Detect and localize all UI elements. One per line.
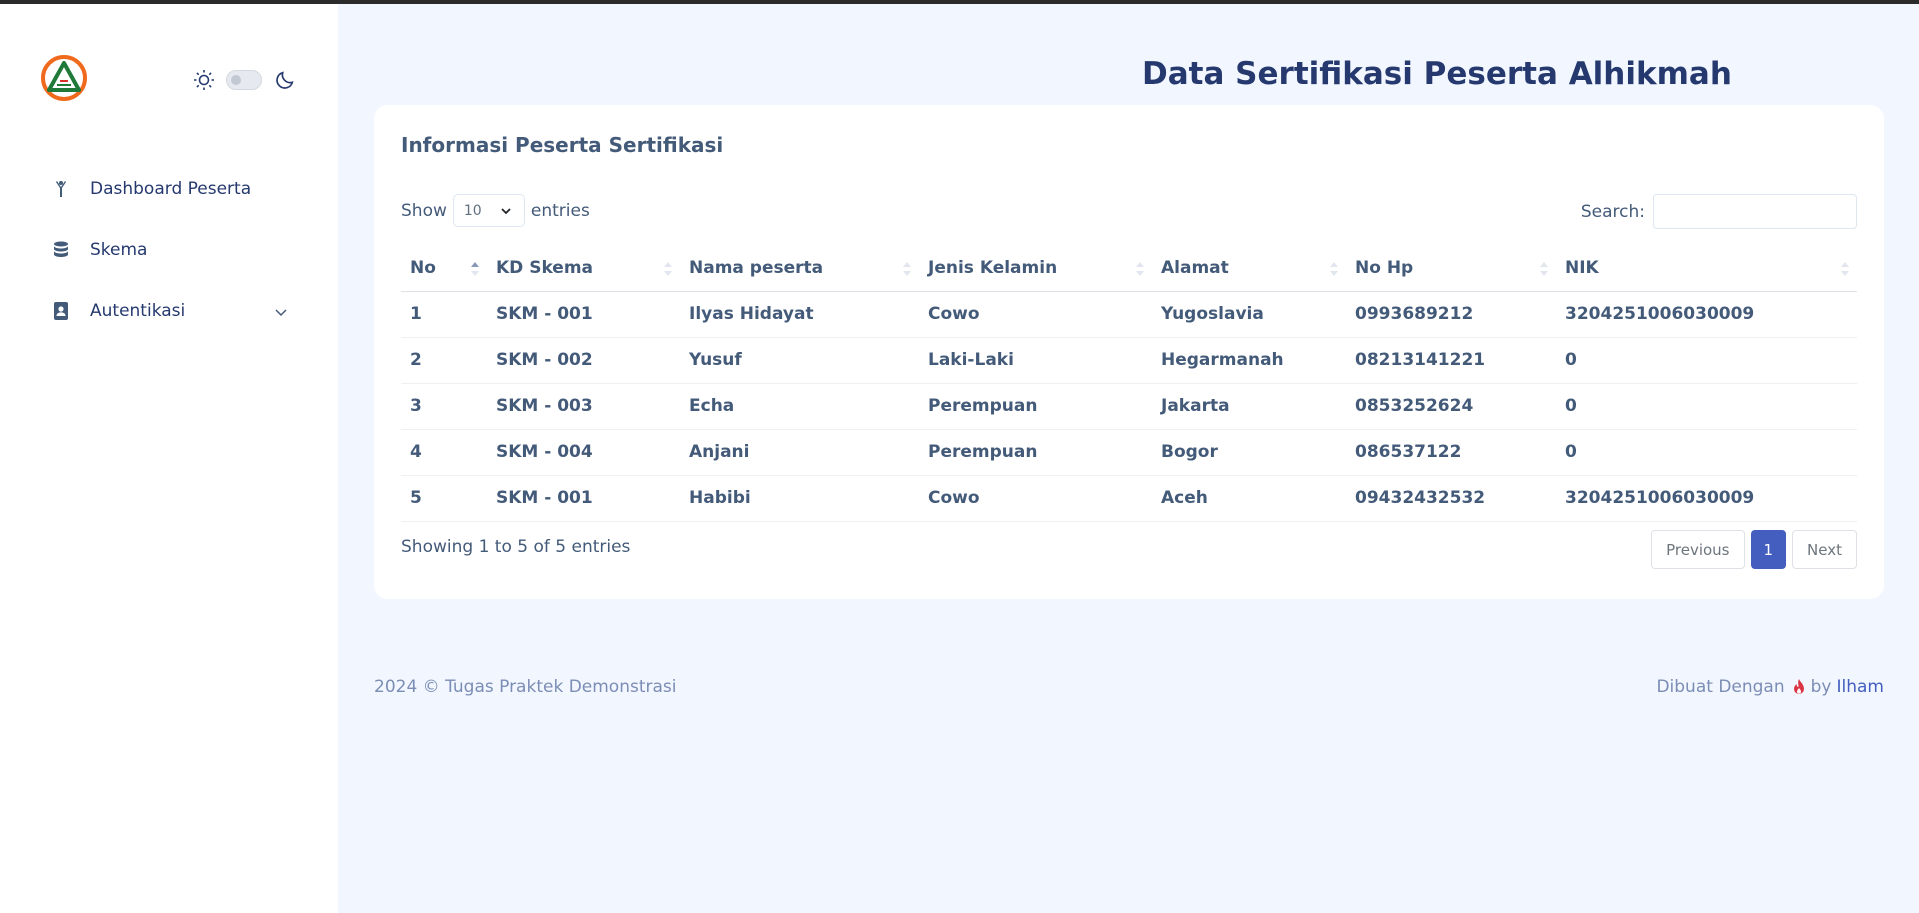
- entries-label: entries: [530, 200, 590, 221]
- sidebar-item-label: Skema: [90, 240, 148, 260]
- cell-nama-peserta: Echa: [680, 383, 919, 430]
- table-row: 4 SKM - 004 Anjani Perempuan Bogor 08653…: [401, 429, 1857, 476]
- moon-icon: [274, 69, 296, 91]
- table-row: 5 SKM - 001 Habibi Cowo Aceh 09432432532…: [401, 475, 1857, 522]
- cell-alamat: Aceh: [1152, 475, 1346, 522]
- cell-no: 4: [401, 429, 487, 476]
- entries-select[interactable]: 10: [452, 194, 525, 227]
- sidebar-item-label: Dashboard Peserta: [90, 179, 252, 199]
- cell-no: 5: [401, 475, 487, 522]
- footer-copyright: 2024 © Tugas Praktek Demonstrasi: [374, 677, 677, 697]
- cell-no: 1: [401, 291, 487, 338]
- column-header-kd-skema[interactable]: KD Skema: [487, 245, 680, 292]
- cell-kd-skema: SKM - 001: [487, 291, 680, 338]
- cell-jenis-kelamin: Laki-Laki: [919, 337, 1152, 384]
- cell-alamat: Bogor: [1152, 429, 1346, 476]
- pagination: Previous 1 Next: [1651, 530, 1857, 569]
- sort-icon: [1136, 262, 1144, 276]
- cell-kd-skema: SKM - 001: [487, 475, 680, 522]
- footer-by: by: [1810, 677, 1832, 697]
- cell-no-hp: 0993689212: [1346, 291, 1556, 338]
- search-label: Search:: [1580, 201, 1645, 222]
- sort-icon: [1330, 262, 1338, 276]
- table-search: Search:: [1581, 194, 1857, 229]
- cell-alamat: Jakarta: [1152, 383, 1346, 430]
- cell-alamat: Yugoslavia: [1152, 291, 1346, 338]
- sidebar-item-label: Autentikasi: [90, 301, 186, 321]
- cell-kd-skema: SKM - 004: [487, 429, 680, 476]
- sort-icon: [1540, 262, 1548, 276]
- sidebar-menu: Dashboard Peserta Skema Autentikasi: [40, 169, 300, 352]
- search-input[interactable]: [1653, 194, 1857, 229]
- author-link[interactable]: Ilham: [1837, 677, 1885, 697]
- cell-nik: 3204251006030009: [1556, 291, 1857, 338]
- card-title: Informasi Peserta Sertifikasi: [401, 133, 724, 157]
- cell-kd-skema: SKM - 002: [487, 337, 680, 384]
- logo[interactable]: [40, 54, 88, 102]
- switch-knob: [231, 75, 241, 85]
- sun-icon: [192, 68, 216, 92]
- cell-nama-peserta: Habibi: [680, 475, 919, 522]
- column-header-alamat[interactable]: Alamat: [1152, 245, 1346, 292]
- sort-icon: [664, 262, 672, 276]
- cell-no-hp: 09432432532: [1346, 475, 1556, 522]
- participants-table: No KD Skema Nama peserta Jenis Kelamin A…: [401, 245, 1857, 522]
- person-icon: [52, 180, 70, 198]
- sidebar-item-autentikasi[interactable]: Autentikasi: [40, 291, 300, 331]
- page-1-button[interactable]: 1: [1750, 530, 1787, 569]
- cell-nama-peserta: Anjani: [680, 429, 919, 476]
- cell-no-hp: 0853252624: [1346, 383, 1556, 430]
- cell-kd-skema: SKM - 003: [487, 383, 680, 430]
- cell-nama-peserta: Yusuf: [680, 337, 919, 384]
- sort-icon: [903, 262, 911, 276]
- column-header-nik[interactable]: NIK: [1556, 245, 1857, 292]
- sidebar-item-dashboard-peserta[interactable]: Dashboard Peserta: [40, 169, 300, 209]
- participants-card: Informasi Peserta Sertifikasi Show 10 en…: [374, 105, 1884, 599]
- cell-jenis-kelamin: Cowo: [919, 291, 1152, 338]
- sidebar: Dashboard Peserta Skema Autentikasi: [0, 4, 338, 913]
- cell-nik: 0: [1556, 383, 1857, 430]
- previous-page-button[interactable]: Previous: [1651, 530, 1745, 569]
- fire-icon: [1791, 678, 1807, 696]
- cell-no-hp: 086537122: [1346, 429, 1556, 476]
- cell-jenis-kelamin: Perempuan: [919, 429, 1152, 476]
- dark-mode-switch[interactable]: [226, 70, 262, 90]
- footer-made-with: Dibuat Dengan: [1656, 677, 1785, 697]
- cell-alamat: Hegarmanah: [1152, 337, 1346, 384]
- cell-no-hp: 08213141221: [1346, 337, 1556, 384]
- cell-jenis-kelamin: Cowo: [919, 475, 1152, 522]
- entries-length-control: Show 10 entries: [401, 194, 590, 227]
- database-icon: [52, 241, 70, 259]
- table-info: Showing 1 to 5 of 5 entries: [401, 537, 631, 557]
- cell-nik: 0: [1556, 429, 1857, 476]
- column-header-no-hp[interactable]: No Hp: [1346, 245, 1556, 292]
- page-title: Data Sertifikasi Peserta Alhikmah: [1142, 56, 1732, 92]
- cell-nama-peserta: Ilyas Hidayat: [680, 291, 919, 338]
- footer-credit: Dibuat Dengan by Ilham: [1656, 677, 1884, 697]
- entries-select-value: 10: [463, 202, 482, 219]
- id-badge-icon: [52, 302, 70, 320]
- column-header-nama-peserta[interactable]: Nama peserta: [680, 245, 919, 292]
- table-row: 1 SKM - 001 Ilyas Hidayat Cowo Yugoslavi…: [401, 291, 1857, 338]
- cell-jenis-kelamin: Perempuan: [919, 383, 1152, 430]
- sidebar-item-skema[interactable]: Skema: [40, 230, 300, 270]
- cell-nik: 3204251006030009: [1556, 475, 1857, 522]
- chevron-down-icon: [500, 205, 512, 217]
- table-header-row: No KD Skema Nama peserta Jenis Kelamin A…: [401, 245, 1857, 292]
- next-page-button[interactable]: Next: [1792, 530, 1857, 569]
- sort-icon: [1841, 262, 1849, 276]
- show-label: Show: [401, 200, 447, 221]
- sort-asc-icon: [471, 262, 479, 276]
- cell-nik: 0: [1556, 337, 1857, 384]
- theme-toggle: [192, 68, 296, 92]
- table-row: 2 SKM - 002 Yusuf Laki-Laki Hegarmanah 0…: [401, 337, 1857, 384]
- column-header-no[interactable]: No: [401, 245, 487, 292]
- cell-no: 3: [401, 383, 487, 430]
- chevron-down-icon[interactable]: [274, 304, 288, 318]
- cell-no: 2: [401, 337, 487, 384]
- column-header-jenis-kelamin[interactable]: Jenis Kelamin: [919, 245, 1152, 292]
- table-row: 3 SKM - 003 Echa Perempuan Jakarta 08532…: [401, 383, 1857, 430]
